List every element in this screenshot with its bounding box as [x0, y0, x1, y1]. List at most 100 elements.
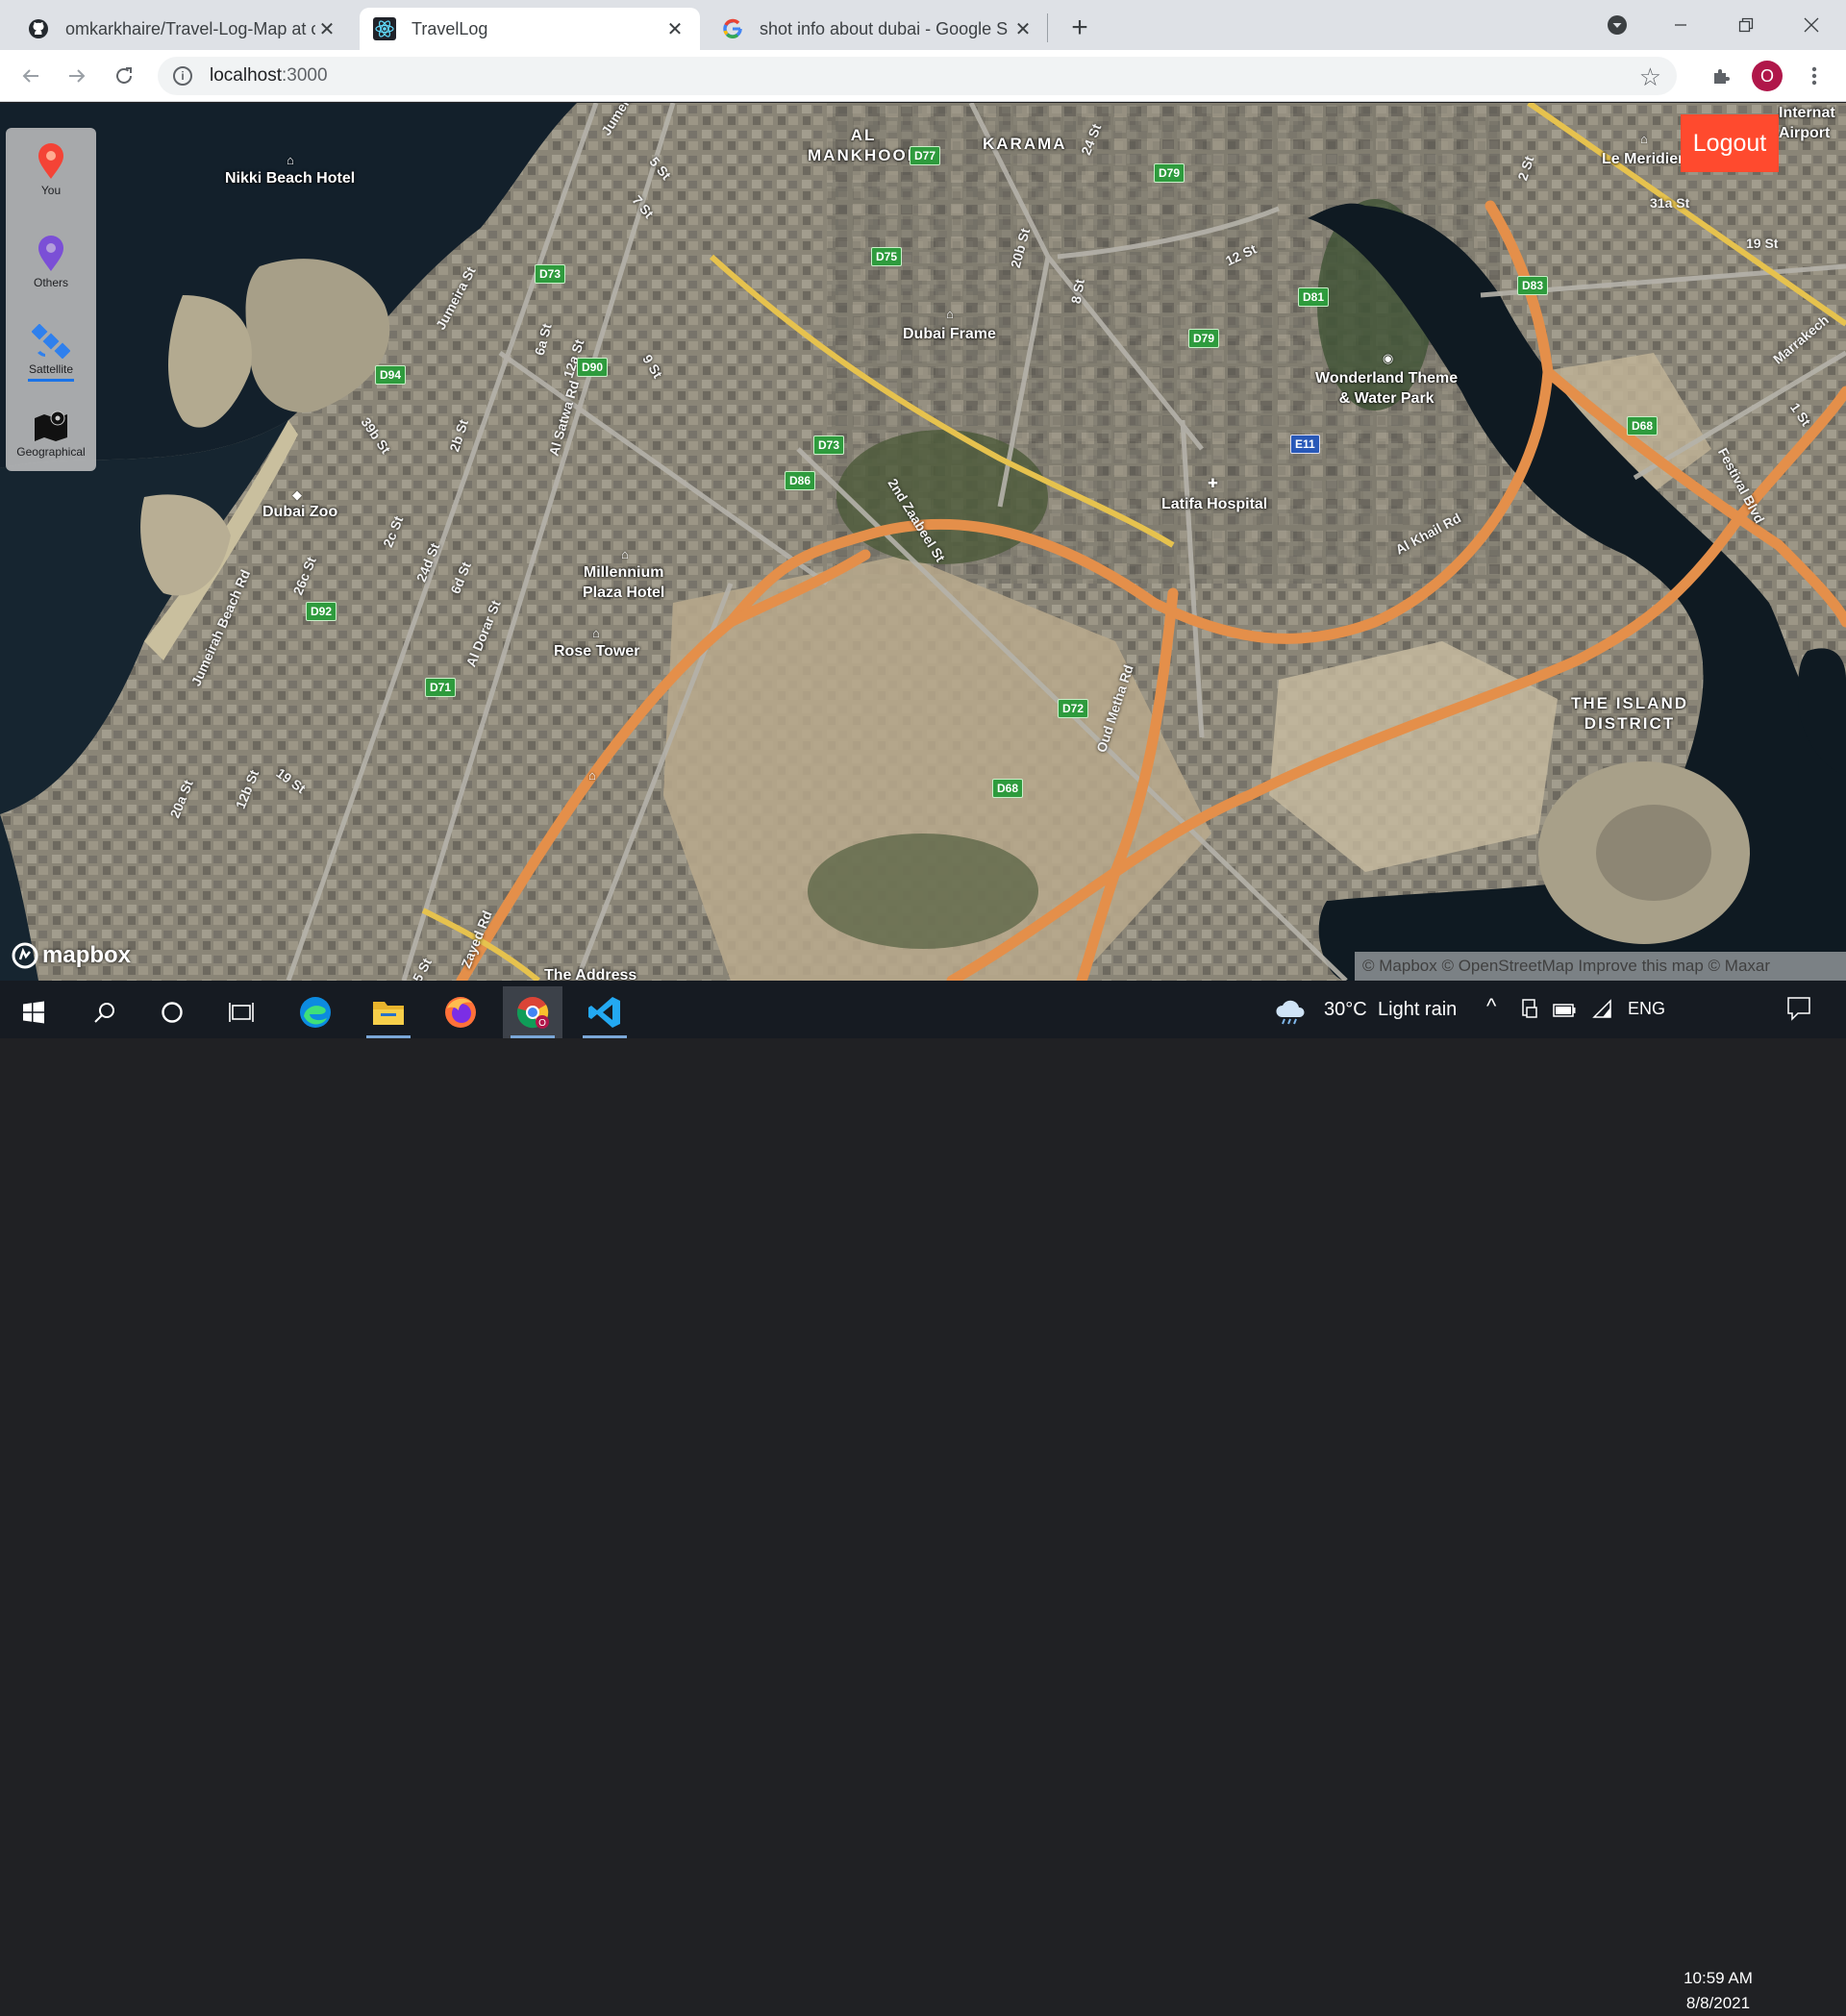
map-attribution[interactable]: © Mapbox © OpenStreetMap Improve this ma… [1355, 952, 1846, 981]
sidebar-item-you[interactable]: You [6, 143, 96, 197]
task-view-button[interactable] [212, 986, 271, 1038]
taskbar-firefox[interactable] [431, 986, 490, 1038]
windows-taskbar: O 30°C Light rain ^ ENG 10:59 AM 8/8/202… [0, 981, 1846, 2012]
react-icon [373, 17, 396, 40]
close-tab-icon[interactable]: ✕ [315, 17, 338, 40]
satellite-icon [32, 324, 70, 359]
back-button[interactable] [14, 60, 47, 92]
road-shield: D94 [375, 365, 407, 385]
restore-button[interactable] [1725, 8, 1767, 42]
map-label-the-address: The Address [544, 967, 637, 981]
map-label-le-meridien: Le Meridien [1602, 151, 1687, 167]
tab-google-search[interactable]: shot info about dubai - Google S ✕ [708, 8, 1048, 50]
profile-avatar[interactable]: O [1752, 61, 1783, 91]
cortana-circle-icon [162, 1002, 183, 1023]
road-shield: D71 [425, 678, 457, 697]
search-icon [94, 1003, 114, 1023]
map-icon [35, 411, 67, 441]
tab-title: shot info about dubai - Google S [760, 18, 1009, 38]
extensions-button[interactable] [1706, 60, 1738, 92]
cloud-rain-icon [1276, 1000, 1305, 1025]
road-shield: D68 [1627, 416, 1659, 436]
url-text: localhost:3000 [210, 65, 328, 86]
language-indicator[interactable]: ENG [1628, 999, 1665, 1019]
tab-title: TravelLog [412, 18, 488, 38]
browser-tab-strip: omkarkhaire/Travel-Log-Map at c ✕ Travel… [0, 0, 1846, 50]
satellite-map[interactable]: AL MANKHOOL KARAMA Nikki Beach Hotel Dub… [0, 103, 1846, 981]
road-shield: D77 [910, 146, 941, 165]
map-label-millennium-plaza: Millennium Plaza Hotel [583, 564, 665, 601]
github-icon [27, 17, 50, 40]
arrow-left-icon [22, 69, 38, 83]
close-tab-icon[interactable]: ✕ [1011, 17, 1035, 40]
map-label-rose-tower: Rose Tower [554, 643, 640, 660]
close-window-button[interactable] [1790, 8, 1833, 42]
restore-icon [1738, 17, 1754, 33]
street-label: 19 St [1746, 236, 1779, 251]
sidebar-item-label: Geographical [16, 445, 86, 459]
theme-park-icon: ◉ [1383, 351, 1394, 365]
taskbar-vscode[interactable] [575, 986, 635, 1038]
windows-logo-icon [23, 1001, 44, 1024]
sidebar-item-label: Sattellite [28, 362, 74, 376]
forward-button[interactable] [61, 60, 93, 92]
start-button[interactable] [4, 986, 63, 1038]
road-shield: D86 [785, 471, 816, 490]
road-shield: D92 [306, 602, 337, 621]
minimize-icon [1675, 24, 1686, 26]
sidebar-item-label: You [40, 184, 62, 197]
map-label-nikki-beach: Nikki Beach Hotel [225, 170, 356, 187]
network-status-icon[interactable] [1521, 998, 1538, 1025]
arrow-right-icon [69, 69, 86, 83]
new-tab-button[interactable]: + [1063, 12, 1096, 44]
weather-temperature[interactable]: 30°C [1324, 999, 1367, 1021]
street-label: 31a St [1650, 195, 1690, 211]
tab-search-button[interactable] [1596, 8, 1638, 42]
map-label-island-district: THE ISLAND DISTRICT [1571, 694, 1688, 733]
bookmark-star-icon[interactable]: ☆ [1639, 62, 1661, 92]
road-shield: D73 [813, 436, 845, 455]
sidebar-item-geographical[interactable]: Geographical [6, 409, 96, 459]
browser-menu-button[interactable] [1798, 60, 1831, 92]
sidebar-item-satellite[interactable]: Sattellite [6, 324, 96, 382]
cortana-button[interactable] [142, 986, 202, 1038]
info-icon[interactable]: i [173, 66, 192, 86]
tab-travellog[interactable]: TravelLog ✕ [360, 8, 700, 50]
reload-button[interactable] [108, 60, 140, 92]
road-shield: D79 [1154, 163, 1185, 183]
wifi-icon[interactable] [1591, 999, 1612, 1024]
edge-icon [300, 997, 331, 1028]
map-label-airport: Internat Airport [1779, 105, 1835, 141]
weather-description[interactable]: Light rain [1378, 999, 1457, 1021]
system-clock[interactable]: 10:59 AM 8/8/2021 [1675, 1966, 1761, 2016]
close-icon [1804, 17, 1819, 33]
folder-icon [373, 1002, 404, 1025]
address-bar[interactable]: i localhost:3000 ☆ [158, 57, 1677, 95]
search-button[interactable] [75, 986, 135, 1038]
mapbox-wordmark: mapbox [42, 942, 132, 968]
selected-indicator [28, 379, 74, 382]
notification-center-icon[interactable] [1786, 996, 1811, 1027]
logout-button[interactable]: Logout [1681, 114, 1779, 172]
tab-github[interactable]: omkarkhaire/Travel-Log-Map at c ✕ [13, 8, 352, 50]
map-pin-purple-icon [38, 236, 63, 271]
chevron-up-icon[interactable]: ^ [1486, 994, 1496, 1019]
taskbar-file-explorer[interactable] [359, 986, 418, 1038]
weather-widget[interactable] [1269, 986, 1311, 1038]
task-view-icon [229, 1003, 254, 1022]
hotel-icon: ⌂ [621, 547, 629, 561]
minimize-button[interactable] [1659, 8, 1702, 42]
svg-text:O: O [538, 1018, 546, 1029]
taskbar-chrome[interactable]: O [503, 986, 562, 1038]
sidebar-item-others[interactable]: Others [6, 236, 96, 289]
hospital-icon: ✚ [1208, 476, 1218, 490]
clock-time: 10:59 AM [1684, 1969, 1753, 1987]
reload-icon [116, 67, 132, 84]
map-pin-red-icon [38, 143, 63, 179]
battery-icon[interactable] [1553, 1001, 1576, 1023]
close-tab-icon[interactable]: ✕ [663, 17, 686, 40]
mapbox-logo[interactable]: mapbox [12, 942, 131, 969]
taskbar-edge[interactable] [286, 986, 345, 1038]
clock-date: 8/8/2021 [1685, 1994, 1751, 2012]
hotel-icon: ⌂ [588, 768, 596, 783]
